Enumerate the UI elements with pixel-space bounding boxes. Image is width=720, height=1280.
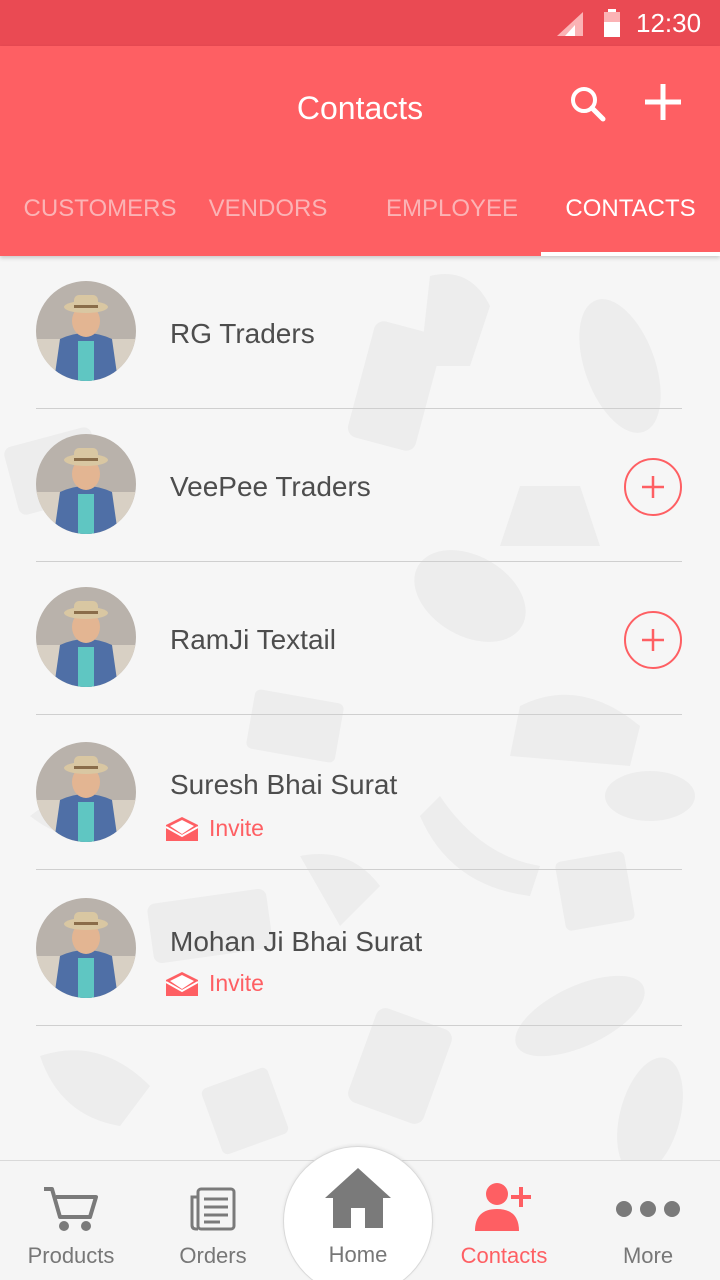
avatar — [36, 281, 136, 381]
nav-label: Contacts — [460, 1243, 548, 1268]
contact-row[interactable]: RG Traders — [0, 256, 720, 410]
contact-name: RG Traders — [170, 318, 315, 349]
contact-name: VeePee Traders — [170, 471, 371, 502]
nav-contacts[interactable]: Contacts — [432, 1161, 576, 1280]
invite-label: Invite — [209, 815, 264, 841]
home-icon — [325, 1168, 391, 1228]
orders-icon — [190, 1187, 236, 1231]
status-bar: 12:30 — [0, 0, 720, 46]
contact-row[interactable]: RamJi Textail — [0, 562, 720, 716]
tab-bar: CUSTOMERS VENDORS EMPLOYEE CONTACTS — [0, 186, 720, 256]
app-bar: Contacts CUSTOMERS VENDORS EMPLOYEE CONT… — [0, 46, 720, 256]
mail-icon — [166, 972, 198, 996]
invite-link[interactable]: Invite — [166, 815, 306, 843]
add-icon[interactable] — [639, 78, 687, 126]
nav-label: Products — [27, 1243, 115, 1268]
tab-label: CONTACTS — [565, 195, 696, 222]
contact-name: Mohan Ji Bhai Surat — [170, 926, 423, 957]
tab-employee[interactable]: EMPLOYEE — [376, 186, 528, 256]
tab-contacts[interactable]: CONTACTS — [541, 186, 720, 256]
nav-home[interactable]: Home — [283, 1160, 433, 1280]
tab-label: EMPLOYEE — [385, 195, 519, 222]
avatar — [36, 587, 136, 687]
mail-icon — [166, 817, 198, 841]
invite-label: Invite — [209, 970, 264, 996]
divider — [36, 1025, 682, 1026]
nav-more[interactable]: More — [576, 1161, 720, 1280]
nav-label: Home — [328, 1242, 388, 1267]
nav-label: More — [622, 1243, 674, 1268]
contact-row[interactable]: VeePee Traders — [0, 409, 720, 563]
tab-indicator — [541, 252, 720, 256]
battery-icon — [604, 9, 620, 37]
nav-orders[interactable]: Orders — [142, 1161, 284, 1280]
tab-vendors[interactable]: VENDORS — [196, 186, 340, 256]
tab-label: VENDORS — [208, 195, 328, 222]
tab-customers[interactable]: CUSTOMERS — [16, 186, 184, 256]
signal-icon — [557, 12, 583, 36]
page-title: Contacts — [296, 90, 424, 126]
avatar — [36, 898, 136, 998]
avatar — [36, 742, 136, 842]
contact-name: RamJi Textail — [170, 624, 336, 655]
cart-icon — [44, 1187, 98, 1231]
add-person-icon — [475, 1183, 531, 1231]
nav-label: Orders — [179, 1243, 247, 1268]
search-icon[interactable] — [566, 82, 610, 126]
avatar — [36, 434, 136, 534]
invite-link[interactable]: Invite — [166, 970, 306, 998]
status-time: 12:30 — [636, 8, 702, 38]
add-circle-icon[interactable] — [623, 457, 683, 517]
tab-label: CUSTOMERS — [23, 195, 177, 222]
nav-products[interactable]: Products — [0, 1161, 142, 1280]
contact-row[interactable]: Mohan Ji Bhai Surat Invite — [0, 870, 720, 1024]
contact-name: Suresh Bhai Surat — [170, 769, 398, 800]
more-dots-icon — [616, 1201, 680, 1217]
add-circle-icon[interactable] — [623, 610, 683, 670]
contacts-list[interactable]: RG Traders VeePee Traders RamJi Textail … — [0, 256, 720, 1160]
contact-row[interactable]: Suresh Bhai Surat Invite — [0, 715, 720, 869]
